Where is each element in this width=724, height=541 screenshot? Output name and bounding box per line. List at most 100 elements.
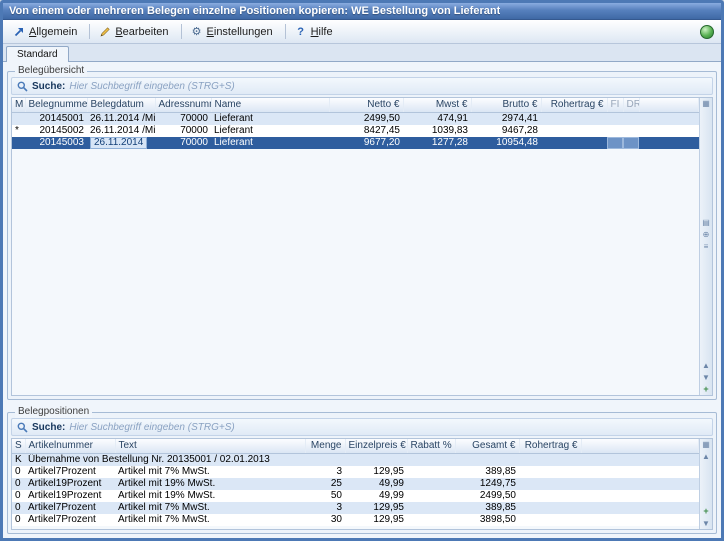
uebersicht-side-strip: ▦ ▤ ⊕ ≡ ▲ ▼ + <box>699 98 712 395</box>
cell-text: Artikel mit 19% MwSt. <box>115 478 305 490</box>
cell-artikelnummer: Artikel7Prozent <box>25 502 115 514</box>
header-s[interactable]: S <box>12 439 25 453</box>
cell-s: 0 <box>12 466 25 478</box>
cell-adressnummer: 70000 <box>155 125 211 137</box>
details-icon[interactable]: ▤ <box>701 218 712 227</box>
header-netto[interactable]: Netto € <box>329 98 403 112</box>
content-area: Belegübersicht Suche: <box>3 62 721 538</box>
cell-gesamt: 389,85 <box>455 466 519 478</box>
header-name[interactable]: Name <box>211 98 329 112</box>
cell-filler <box>639 125 699 137</box>
bearbeiten-button[interactable]: Bearbeiten <box>93 22 177 41</box>
cell-belegdatum: 26.11.2014 /Mi <box>87 125 155 137</box>
uebersicht-search-label: Suche: <box>32 81 65 92</box>
table-row[interactable]: 0 Artikel7Prozent Artikel mit 7% MwSt. 3… <box>12 466 699 478</box>
title-bar[interactable]: Von einem oder mehreren Belegen einzelne… <box>3 3 721 20</box>
scroll-down-icon[interactable]: ▼ <box>701 519 712 528</box>
search-icon <box>17 422 28 433</box>
globe-icon[interactable] <box>700 25 714 39</box>
beleguebersicht-group: Belegübersicht Suche: <box>7 71 717 400</box>
cell-name: Lieferant <box>211 137 329 149</box>
info-row[interactable]: K Übernahme von Bestellung Nr. 20135001 … <box>12 453 699 466</box>
header-fi[interactable]: FI <box>607 98 623 112</box>
header-adressnummer[interactable]: Adressnumm <box>155 98 211 112</box>
positionen-search-input[interactable] <box>69 422 707 433</box>
table-row[interactable]: * 20145002 26.11.2014 /Mi 70000 Lieferan… <box>12 125 699 137</box>
cell-rohertrag <box>519 514 581 526</box>
header-rohertrag[interactable]: Rohertrag € <box>519 439 581 453</box>
scroll-up-icon[interactable]: ▲ <box>701 361 712 370</box>
cell-filler <box>581 478 699 490</box>
cell-artikelnummer: Artikel19Prozent <box>25 478 115 490</box>
cell-artikelnummer: Artikel19Prozent <box>25 490 115 502</box>
table-row[interactable]: 0 Artikel19Prozent Artikel mit 19% MwSt.… <box>12 490 699 502</box>
positionen-table: S Artikelnummer Text Menge Einzelpreis €… <box>12 439 699 526</box>
header-rohertrag[interactable]: Rohertrag € <box>541 98 607 112</box>
tab-strip: Standard <box>3 44 721 62</box>
cell-mwst: 1039,83 <box>403 125 471 137</box>
cell-text: Artikel mit 7% MwSt. <box>115 514 305 526</box>
header-menge[interactable]: Menge <box>305 439 345 453</box>
cell-menge: 50 <box>305 490 345 502</box>
cell-s: 0 <box>12 490 25 502</box>
add-icon[interactable]: + <box>701 385 712 394</box>
pencil-icon <box>99 26 111 38</box>
table-row[interactable]: 20145001 26.11.2014 /Mi 70000 Lieferant … <box>12 112 699 125</box>
cell-filler <box>581 514 699 526</box>
header-einzelpreis[interactable]: Einzelpreis € <box>345 439 407 453</box>
toolbar: Allgemein Bearbeiten ⚙ Einstellungen ? H… <box>3 20 721 44</box>
cell-netto: 8427,45 <box>329 125 403 137</box>
cell-name: Lieferant <box>211 112 329 125</box>
table-row[interactable]: 0 Artikel19Prozent Artikel mit 19% MwSt.… <box>12 478 699 490</box>
table-row-selected[interactable]: 20145003 26.11.2014 70000 Lieferant 9677… <box>12 137 699 149</box>
date-editor[interactable]: 26.11.2014 <box>90 137 147 149</box>
allgemein-label: Allgemein <box>29 26 77 38</box>
cell-text: Artikel mit 7% MwSt. <box>115 502 305 514</box>
tab-standard[interactable]: Standard <box>6 46 69 62</box>
cell-s: 0 <box>12 502 25 514</box>
einstellungen-label: Einstellungen <box>207 26 273 38</box>
zoom-icon[interactable]: ⊕ <box>701 230 712 239</box>
header-belegdatum[interactable]: Belegdatum <box>87 98 155 112</box>
scroll-down-icon[interactable]: ▼ <box>701 373 712 382</box>
strip-top: ▦ <box>701 99 712 108</box>
allgemein-button[interactable]: Allgemein <box>7 22 86 41</box>
cell-s: K <box>12 453 25 466</box>
cell-filler <box>639 112 699 125</box>
header-text[interactable]: Text <box>115 439 305 453</box>
scroll-up-icon[interactable]: ▲ <box>701 452 712 461</box>
uebersicht-search-input[interactable] <box>69 81 707 92</box>
einstellungen-button[interactable]: ⚙ Einstellungen <box>185 22 282 41</box>
header-m[interactable]: M <box>12 98 25 112</box>
cell-rabatt <box>407 502 455 514</box>
cell-brutto: 9467,28 <box>471 125 541 137</box>
arrow-up-right-icon <box>13 26 25 38</box>
cell-mwst: 474,91 <box>403 112 471 125</box>
header-mwst[interactable]: Mwst € <box>403 98 471 112</box>
cell-rohertrag <box>541 137 607 149</box>
column-options-icon[interactable]: ▦ <box>701 440 712 449</box>
header-filler <box>581 439 699 453</box>
cell-gesamt: 3898,50 <box>455 514 519 526</box>
cell-m <box>12 112 25 125</box>
uebersicht-searchbar: Suche: <box>11 77 713 95</box>
cell-rohertrag <box>541 112 607 125</box>
cell-name: Lieferant <box>211 125 329 137</box>
column-options-icon[interactable]: ▦ <box>701 99 712 108</box>
header-gesamt[interactable]: Gesamt € <box>455 439 519 453</box>
help-icon: ? <box>295 26 307 38</box>
table-row[interactable]: 0 Artikel7Prozent Artikel mit 7% MwSt. 3… <box>12 502 699 514</box>
header-dr[interactable]: DR <box>623 98 639 112</box>
uebersicht-table: M Belegnumme Belegdatum Adressnumm Name … <box>12 98 699 149</box>
hilfe-button[interactable]: ? Hilfe <box>289 22 342 41</box>
header-brutto[interactable]: Brutto € <box>471 98 541 112</box>
header-artikelnummer[interactable]: Artikelnummer <box>25 439 115 453</box>
add-icon[interactable]: + <box>701 507 712 516</box>
cell-dr <box>623 112 639 125</box>
table-row[interactable]: 0 Artikel7Prozent Artikel mit 7% MwSt. 3… <box>12 514 699 526</box>
header-rabatt[interactable]: Rabatt % <box>407 439 455 453</box>
cell-filler <box>581 453 699 466</box>
uebersicht-header-row: M Belegnumme Belegdatum Adressnumm Name … <box>12 98 699 112</box>
header-belegnummer[interactable]: Belegnumme <box>25 98 87 112</box>
list-icon[interactable]: ≡ <box>701 242 712 251</box>
